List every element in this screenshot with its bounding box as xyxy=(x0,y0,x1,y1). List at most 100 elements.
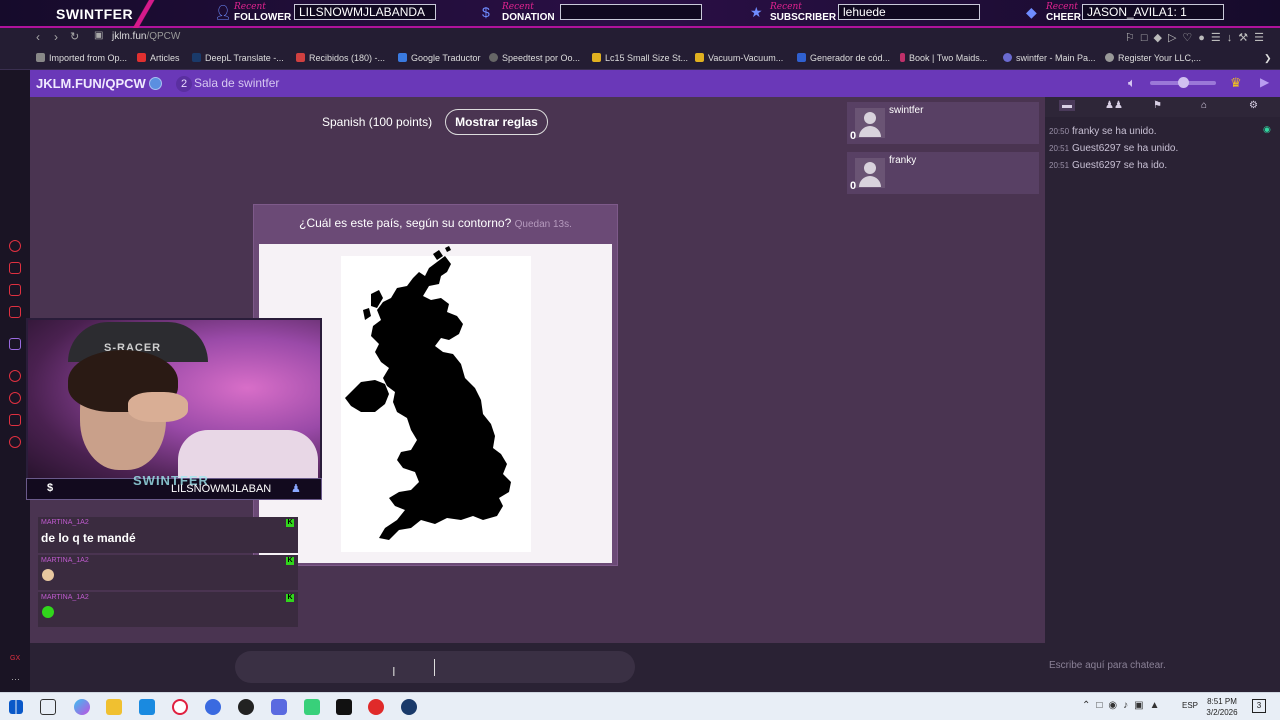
gx-icon[interactable]: GX xyxy=(10,655,20,662)
url-path: /QPCW xyxy=(146,31,181,42)
bookmark-item[interactable]: Articles xyxy=(137,53,180,63)
app-icon[interactable] xyxy=(368,699,384,715)
tiktok-icon[interactable] xyxy=(336,699,352,715)
cheer-value: JASON_AVILA1: 1 xyxy=(1082,4,1224,20)
home-tab-icon[interactable]: ⌂ xyxy=(1201,100,1207,111)
follower-value: LILSNOWMJLABANDA xyxy=(294,4,436,20)
extensions-icon[interactable] xyxy=(9,414,21,426)
bookmark-item[interactable]: Speedtest por Oo... xyxy=(489,53,580,63)
stream-chat-message: MARTINA_1A2 K xyxy=(38,592,298,627)
bookmark-item[interactable]: Book | Two Maids... xyxy=(900,53,987,63)
bookmark-label: Speedtest por Oo... xyxy=(502,53,581,63)
more-bookmarks-icon[interactable]: ❯ xyxy=(1264,53,1272,64)
opera-gx-icon[interactable] xyxy=(172,699,188,715)
browser-toolbar-icons[interactable]: ⚐□◆▷♡●☰↓⚒☰ xyxy=(1125,31,1270,44)
player-icon[interactable] xyxy=(9,370,21,382)
register-icon xyxy=(1105,53,1114,62)
answer-input[interactable] xyxy=(235,651,635,683)
clock-time: 8:51 PM xyxy=(1207,697,1237,706)
chat-username: MARTINA_1A2 xyxy=(41,594,89,601)
kick-badge-icon: K xyxy=(286,557,294,565)
file-explorer-icon[interactable] xyxy=(106,699,122,715)
site-header: JKLM.FUN/QPCW 2 Sala de swintfer 🔈︎ ♛ ▶ xyxy=(30,70,1280,97)
trophy-tab-icon[interactable]: ⚑ xyxy=(1153,100,1162,111)
lock-icon: ▣ xyxy=(94,30,104,41)
chat-panel: ▬ ♟♟ ⚑ ⌂ ⚙ 20:50 franky se ha unido. 20:5… xyxy=(1045,97,1280,692)
bag-icon[interactable] xyxy=(9,262,21,274)
store-icon[interactable] xyxy=(139,699,155,715)
url-host: jklm.fun xyxy=(112,31,147,42)
bookmark-item[interactable]: Lc15 Small Size St... xyxy=(592,53,688,63)
player-name: swintfer xyxy=(889,105,924,116)
reload-icon[interactable]: ↻ xyxy=(70,30,79,43)
bookmark-label: Lc15 Small Size St... xyxy=(605,53,689,63)
play-icon[interactable]: ▶ xyxy=(1260,75,1269,89)
recent-donation: $ Recent DONATION xyxy=(482,2,712,26)
back-icon[interactable]: ‹ xyxy=(36,30,40,44)
bookmark-item[interactable]: Generador de cód... xyxy=(797,53,890,63)
crown-icon[interactable]: ♛ xyxy=(1230,75,1242,91)
stream-chat-message: MARTINA_1A2 K xyxy=(38,555,298,590)
chat-input[interactable]: Escribe aquí para chatear. xyxy=(1049,660,1277,671)
chat-message-text: de lo q te mandé xyxy=(41,531,136,545)
speed-dial-icon[interactable] xyxy=(9,240,21,252)
emote-icon xyxy=(42,606,54,618)
bookmark-item[interactable]: Recibidos (180) -... xyxy=(296,53,385,63)
messenger-icon[interactable] xyxy=(9,284,21,296)
players-tab-icon[interactable]: ♟♟ xyxy=(1105,100,1123,111)
discord-icon[interactable] xyxy=(271,699,287,715)
player-card[interactable]: 0 swintfer xyxy=(847,102,1039,144)
player-card[interactable]: 0 franky xyxy=(847,152,1039,194)
overlay-brand: SWINTFER xyxy=(56,6,134,22)
settings-tab-icon[interactable]: ⚙ xyxy=(1249,100,1258,111)
volume-icon[interactable]: 🔈︎ xyxy=(1128,75,1136,91)
volume-slider-handle[interactable] xyxy=(1178,77,1189,88)
recent-cheer: ◆ Recent CHEER JASON_AVILA1: 1 xyxy=(1026,2,1228,26)
app-icon[interactable] xyxy=(238,699,254,715)
bookmark-item[interactable]: DeepL Translate -... xyxy=(192,53,284,63)
clock[interactable]: 8:51 PM 3/2/2026 xyxy=(1202,696,1242,718)
room-url[interactable]: JKLM.FUN/QPCW xyxy=(36,76,146,91)
task-view-icon[interactable] xyxy=(40,699,56,715)
twitch-icon[interactable] xyxy=(9,338,21,350)
app-icon[interactable] xyxy=(205,699,221,715)
show-rules-button[interactable]: Mostrar reglas xyxy=(445,109,548,135)
person-icon: ♟ xyxy=(291,483,301,495)
timer-text: Quedan 13s. xyxy=(514,219,572,230)
bookmark-item[interactable]: Imported from Op... xyxy=(36,53,127,63)
recent-follower: 👤︎ Recent FOLLOWER LILSNOWMJLABANDA xyxy=(214,2,444,26)
recent-label: Recent xyxy=(770,2,802,12)
dollar-icon: $ xyxy=(482,4,490,20)
subscriber-value: lehuede xyxy=(838,4,980,20)
address-field[interactable]: jklm.fun/QPCW xyxy=(112,31,180,42)
dollar-icon: $ xyxy=(47,482,54,494)
mail-icon xyxy=(296,53,305,62)
copilot-icon[interactable] xyxy=(74,699,90,715)
windows-start-icon[interactable] xyxy=(9,700,23,714)
avatar xyxy=(855,158,885,188)
system-tray-icons[interactable]: ⌃□◉♪▣▲ xyxy=(1082,700,1166,711)
notification-center-icon[interactable]: 3 xyxy=(1252,699,1266,713)
bookmark-item[interactable]: Register Your LLC,... xyxy=(1105,53,1201,63)
volume-slider[interactable] xyxy=(1150,77,1216,88)
chat-tab-icon[interactable]: ▬ xyxy=(1059,100,1075,111)
webcam-feed: S-RACER xyxy=(26,318,322,492)
bookmark-item[interactable]: Google Traductor xyxy=(398,53,481,63)
chat-username: MARTINA_1A2 xyxy=(41,519,89,526)
more-icon[interactable]: ⋯ xyxy=(11,674,20,685)
bookmark-item[interactable]: swintfer - Main Pa... xyxy=(1003,53,1096,63)
history-icon[interactable] xyxy=(9,392,21,404)
app-icon[interactable] xyxy=(304,699,320,715)
input-language[interactable]: ESP xyxy=(1182,701,1198,710)
articles-icon xyxy=(137,53,146,62)
log-time: 20:51 xyxy=(1049,144,1070,153)
log-text: franky se ha unido. xyxy=(1072,126,1157,137)
language-label: Spanish (100 points) xyxy=(322,115,433,129)
book-icon xyxy=(900,53,905,62)
chat-log-line: 20:50 franky se ha unido. xyxy=(1049,126,1157,137)
steam-icon[interactable] xyxy=(401,699,417,715)
settings-icon[interactable] xyxy=(9,436,21,448)
mail-icon[interactable] xyxy=(9,306,21,318)
bookmark-item[interactable]: Vacuum-Vacuum... xyxy=(695,53,783,63)
forward-icon[interactable]: › xyxy=(54,30,58,44)
